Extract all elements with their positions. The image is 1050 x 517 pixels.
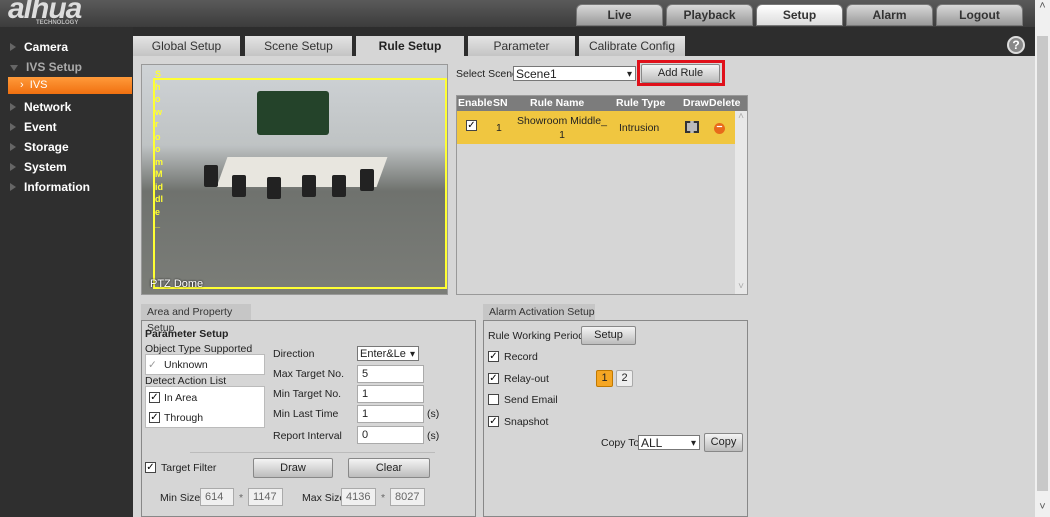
send-email-checkbox[interactable] bbox=[488, 394, 499, 405]
rule-working-period-label: Rule Working Period bbox=[488, 330, 585, 342]
tab-global-setup[interactable]: Global Setup bbox=[133, 36, 240, 56]
rule-sn: 1 bbox=[496, 122, 502, 134]
nav-playback[interactable]: Playback bbox=[666, 4, 753, 26]
rule-table-header: Enable SN Rule Name Rule Type Draw Delete bbox=[457, 96, 747, 111]
max-height-input[interactable]: 8027 bbox=[390, 488, 425, 506]
select-scene-label: Select Scene bbox=[456, 68, 518, 80]
chevron-down-icon: ▾ bbox=[409, 349, 415, 360]
min-size-label: Min Size bbox=[160, 492, 201, 504]
alarm-activation-tab[interactable]: Alarm Activation Setup bbox=[483, 304, 595, 320]
sidebar-item-information[interactable]: Information bbox=[10, 180, 90, 194]
relay-out-label: Relay-out bbox=[504, 373, 549, 385]
max-target-input[interactable]: 5 bbox=[357, 365, 424, 383]
chevron-down-icon: ▾ bbox=[626, 69, 632, 80]
report-interval-label: Report Interval bbox=[273, 430, 342, 442]
rule-zone-label: Showroom Middle_ bbox=[155, 69, 164, 229]
times-symbol: * bbox=[381, 492, 386, 504]
snapshot-checkbox[interactable]: ✓ bbox=[488, 416, 499, 427]
relay-2-button[interactable]: 2 bbox=[616, 370, 633, 387]
record-label: Record bbox=[504, 351, 538, 363]
record-checkbox[interactable]: ✓ bbox=[488, 351, 499, 362]
copy-to-select[interactable]: ALL ▾ bbox=[638, 435, 700, 450]
sidebar-item-event[interactable]: Event bbox=[10, 120, 57, 134]
video-preview[interactable]: Showroom Middle_ PTZ Dome bbox=[141, 64, 448, 295]
chevron-down-icon: ▾ bbox=[690, 438, 696, 449]
area-property-tab[interactable]: Area and Property Setup bbox=[141, 304, 251, 334]
clear-button[interactable]: Clear bbox=[348, 458, 430, 478]
draw-button[interactable]: Draw bbox=[253, 458, 333, 478]
rule-name: Showroom Middle_ 1 bbox=[517, 115, 607, 141]
sidebar-item-system[interactable]: System bbox=[10, 160, 67, 174]
triangle-right-icon bbox=[10, 143, 16, 151]
rule-type: Intrusion bbox=[619, 122, 660, 134]
enable-checkbox[interactable]: ✓ bbox=[466, 120, 477, 131]
chevron-right-icon: › bbox=[20, 79, 30, 91]
min-width-input[interactable]: 614 bbox=[200, 488, 234, 506]
copy-button[interactable]: Copy bbox=[704, 433, 743, 452]
direction-label: Direction bbox=[273, 348, 315, 360]
tab-calibrate-config[interactable]: Calibrate Config bbox=[579, 36, 685, 56]
snapshot-label: Snapshot bbox=[504, 416, 549, 428]
min-last-time-input[interactable]: 1 bbox=[357, 405, 424, 423]
sidebar-item-ivs[interactable]: › IVS bbox=[8, 77, 132, 94]
table-row[interactable]: ✓ 1 Showroom Middle_ 1 Intrusion − bbox=[457, 111, 735, 144]
nav-logout[interactable]: Logout bbox=[936, 4, 1023, 26]
triangle-right-icon bbox=[10, 103, 16, 111]
triangle-right-icon bbox=[10, 163, 16, 171]
rule-table-scrollbar[interactable]: ˄ ˅ bbox=[735, 111, 747, 294]
period-setup-button[interactable]: Setup bbox=[581, 326, 636, 345]
times-symbol: * bbox=[239, 492, 244, 504]
through-checkbox[interactable]: ✓ bbox=[149, 412, 160, 423]
max-size-label: Max Size bbox=[302, 492, 346, 504]
osd-channel: PTZ Dome bbox=[150, 278, 204, 290]
draw-icon[interactable] bbox=[685, 121, 699, 133]
direction-select[interactable]: Enter&Le ▾ bbox=[357, 346, 419, 361]
target-filter-checkbox[interactable]: ✓ bbox=[145, 462, 156, 473]
rule-table: Enable SN Rule Name Rule Type Draw Delete ✓ 1… bbox=[456, 95, 748, 295]
relay-out-checkbox[interactable]: ✓ bbox=[488, 373, 499, 384]
sidebar-item-ivs-setup[interactable]: IVS Setup bbox=[10, 60, 82, 74]
sidebar-item-storage[interactable]: Storage bbox=[10, 140, 69, 154]
triangle-right-icon bbox=[10, 183, 16, 191]
unit-label: (s) bbox=[427, 408, 440, 420]
delete-icon[interactable]: − bbox=[714, 122, 725, 134]
add-rule-button[interactable]: Add Rule bbox=[641, 64, 720, 83]
unit-label: (s) bbox=[427, 430, 440, 442]
nav-setup[interactable]: Setup bbox=[756, 4, 843, 26]
min-target-label: Min Target No. bbox=[273, 388, 342, 400]
rule-zone-box[interactable] bbox=[153, 78, 447, 289]
max-width-input[interactable]: 4136 bbox=[341, 488, 376, 506]
nav-live[interactable]: Live bbox=[576, 4, 663, 26]
max-target-label: Max Target No. bbox=[273, 368, 345, 380]
report-interval-input[interactable]: 0 bbox=[357, 426, 424, 444]
through-label: Through bbox=[164, 412, 204, 424]
min-target-input[interactable]: 1 bbox=[357, 385, 424, 403]
triangle-right-icon bbox=[10, 123, 16, 131]
parameter-setup-title: Parameter Setup bbox=[145, 328, 229, 340]
sidebar-item-camera[interactable]: Camera bbox=[10, 40, 68, 54]
min-last-time-label: Min Last Time bbox=[273, 408, 339, 420]
target-filter-label: Target Filter bbox=[161, 462, 217, 474]
page-scrollbar[interactable]: ˄ ˅ bbox=[1035, 0, 1050, 517]
nav-alarm[interactable]: Alarm bbox=[846, 4, 933, 26]
tab-parameter[interactable]: Parameter bbox=[468, 36, 575, 56]
unknown-checkbox[interactable]: ✓ bbox=[148, 359, 157, 371]
help-icon[interactable]: ? bbox=[1007, 36, 1025, 54]
divider bbox=[190, 452, 435, 453]
tab-rule-setup[interactable]: Rule Setup bbox=[356, 36, 464, 56]
triangle-right-icon bbox=[10, 43, 16, 51]
min-height-input[interactable]: 1147 bbox=[248, 488, 283, 506]
send-email-label: Send Email bbox=[504, 394, 558, 406]
triangle-down-icon bbox=[10, 65, 18, 71]
scene-select[interactable]: Scene1 ▾ bbox=[513, 66, 636, 81]
tab-scene-setup[interactable]: Scene Setup bbox=[245, 36, 352, 56]
relay-1-button[interactable]: 1 bbox=[596, 370, 613, 387]
logo: alhua TECHNOLOGY bbox=[8, 0, 82, 26]
copy-to-label: Copy To bbox=[601, 437, 640, 449]
object-type-value: Unknown bbox=[164, 359, 208, 371]
in-area-label: In Area bbox=[164, 392, 198, 404]
sidebar-item-network[interactable]: Network bbox=[10, 100, 71, 114]
detect-action-list bbox=[145, 386, 265, 428]
in-area-checkbox[interactable]: ✓ bbox=[149, 392, 160, 403]
